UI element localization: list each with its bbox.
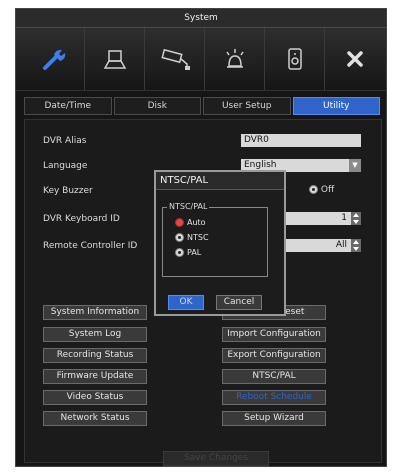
recording-status-button[interactable]: Recording Status — [43, 348, 147, 363]
tab-bar: Date/Time Disk User Setup Utility — [24, 97, 380, 115]
keyboard-id-label: DVR Keyboard ID — [43, 214, 120, 224]
network-status-button[interactable]: Network Status — [43, 411, 147, 426]
remote-id-value: All — [335, 240, 347, 250]
system-information-button[interactable]: System Information — [43, 305, 147, 320]
option-pal[interactable]: PAL — [175, 248, 201, 257]
remote-id-label: Remote Controller ID — [43, 241, 138, 251]
alarm-icon[interactable] — [204, 28, 265, 90]
ok-button[interactable]: OK — [168, 295, 204, 310]
radio-icon — [175, 248, 184, 257]
tab-utility[interactable]: Utility — [292, 97, 380, 115]
camera-icon[interactable] — [144, 28, 205, 90]
option-ntsc[interactable]: NTSC — [175, 233, 209, 242]
dvr-alias-input[interactable]: DVR0 — [241, 134, 361, 147]
keyboard-id-stepper[interactable]: 1 — [283, 212, 361, 225]
dialog-title: NTSC/PAL — [156, 172, 284, 190]
ntsc-pal-dialog: NTSC/PAL NTSC/PAL Auto NTSC PAL OK Cance… — [154, 170, 286, 316]
import-configuration-button[interactable]: Import Configuration — [222, 327, 326, 342]
ntsc-pal-group: NTSC/PAL Auto NTSC PAL — [162, 202, 268, 277]
speaker-icon[interactable] — [264, 28, 325, 90]
wrench-icon[interactable] — [24, 28, 84, 90]
setup-wizard-button[interactable]: Setup Wizard — [222, 411, 326, 426]
spinner-arrows-icon[interactable] — [351, 239, 361, 252]
radio-icon — [175, 233, 184, 242]
chevron-down-icon[interactable]: ▼ — [349, 159, 361, 172]
close-icon[interactable] — [324, 28, 385, 90]
video-status-button[interactable]: Video Status — [43, 390, 147, 405]
disk-icon[interactable] — [84, 28, 145, 90]
tab-disk[interactable]: Disk — [113, 97, 201, 115]
reboot-schedule-button[interactable]: Reboot Schedule — [222, 390, 326, 405]
category-iconbar — [16, 28, 386, 91]
tab-date-time[interactable]: Date/Time — [24, 97, 112, 115]
option-auto-label: Auto — [187, 218, 206, 227]
option-auto[interactable]: Auto — [175, 218, 206, 227]
key-buzzer-label: Key Buzzer — [43, 186, 93, 196]
remote-id-stepper[interactable]: All — [283, 239, 361, 252]
ntsc-pal-button[interactable]: NTSC/PAL — [222, 369, 326, 384]
group-title: NTSC/PAL — [167, 202, 210, 211]
key-buzzer-off-label: Off — [320, 185, 335, 195]
firmware-update-button[interactable]: Firmware Update — [43, 369, 147, 384]
radio-selected-icon — [175, 218, 184, 227]
tab-user-setup[interactable]: User Setup — [203, 97, 291, 115]
export-configuration-button[interactable]: Export Configuration — [222, 348, 326, 363]
spinner-arrows-icon[interactable] — [351, 212, 361, 225]
save-changes-button[interactable]: Save Changes — [163, 451, 269, 466]
option-pal-label: PAL — [187, 248, 202, 257]
keyboard-id-value: 1 — [341, 213, 347, 223]
window-title: System — [16, 9, 386, 28]
language-value: English — [244, 160, 277, 170]
language-label: Language — [43, 161, 88, 171]
key-buzzer-off-option[interactable]: Off — [309, 185, 334, 195]
system-log-button[interactable]: System Log — [43, 327, 147, 342]
option-ntsc-label: NTSC — [187, 233, 209, 242]
dvr-alias-label: DVR Alias — [43, 136, 87, 146]
radio-icon — [309, 185, 318, 194]
cancel-button[interactable]: Cancel — [216, 295, 262, 310]
